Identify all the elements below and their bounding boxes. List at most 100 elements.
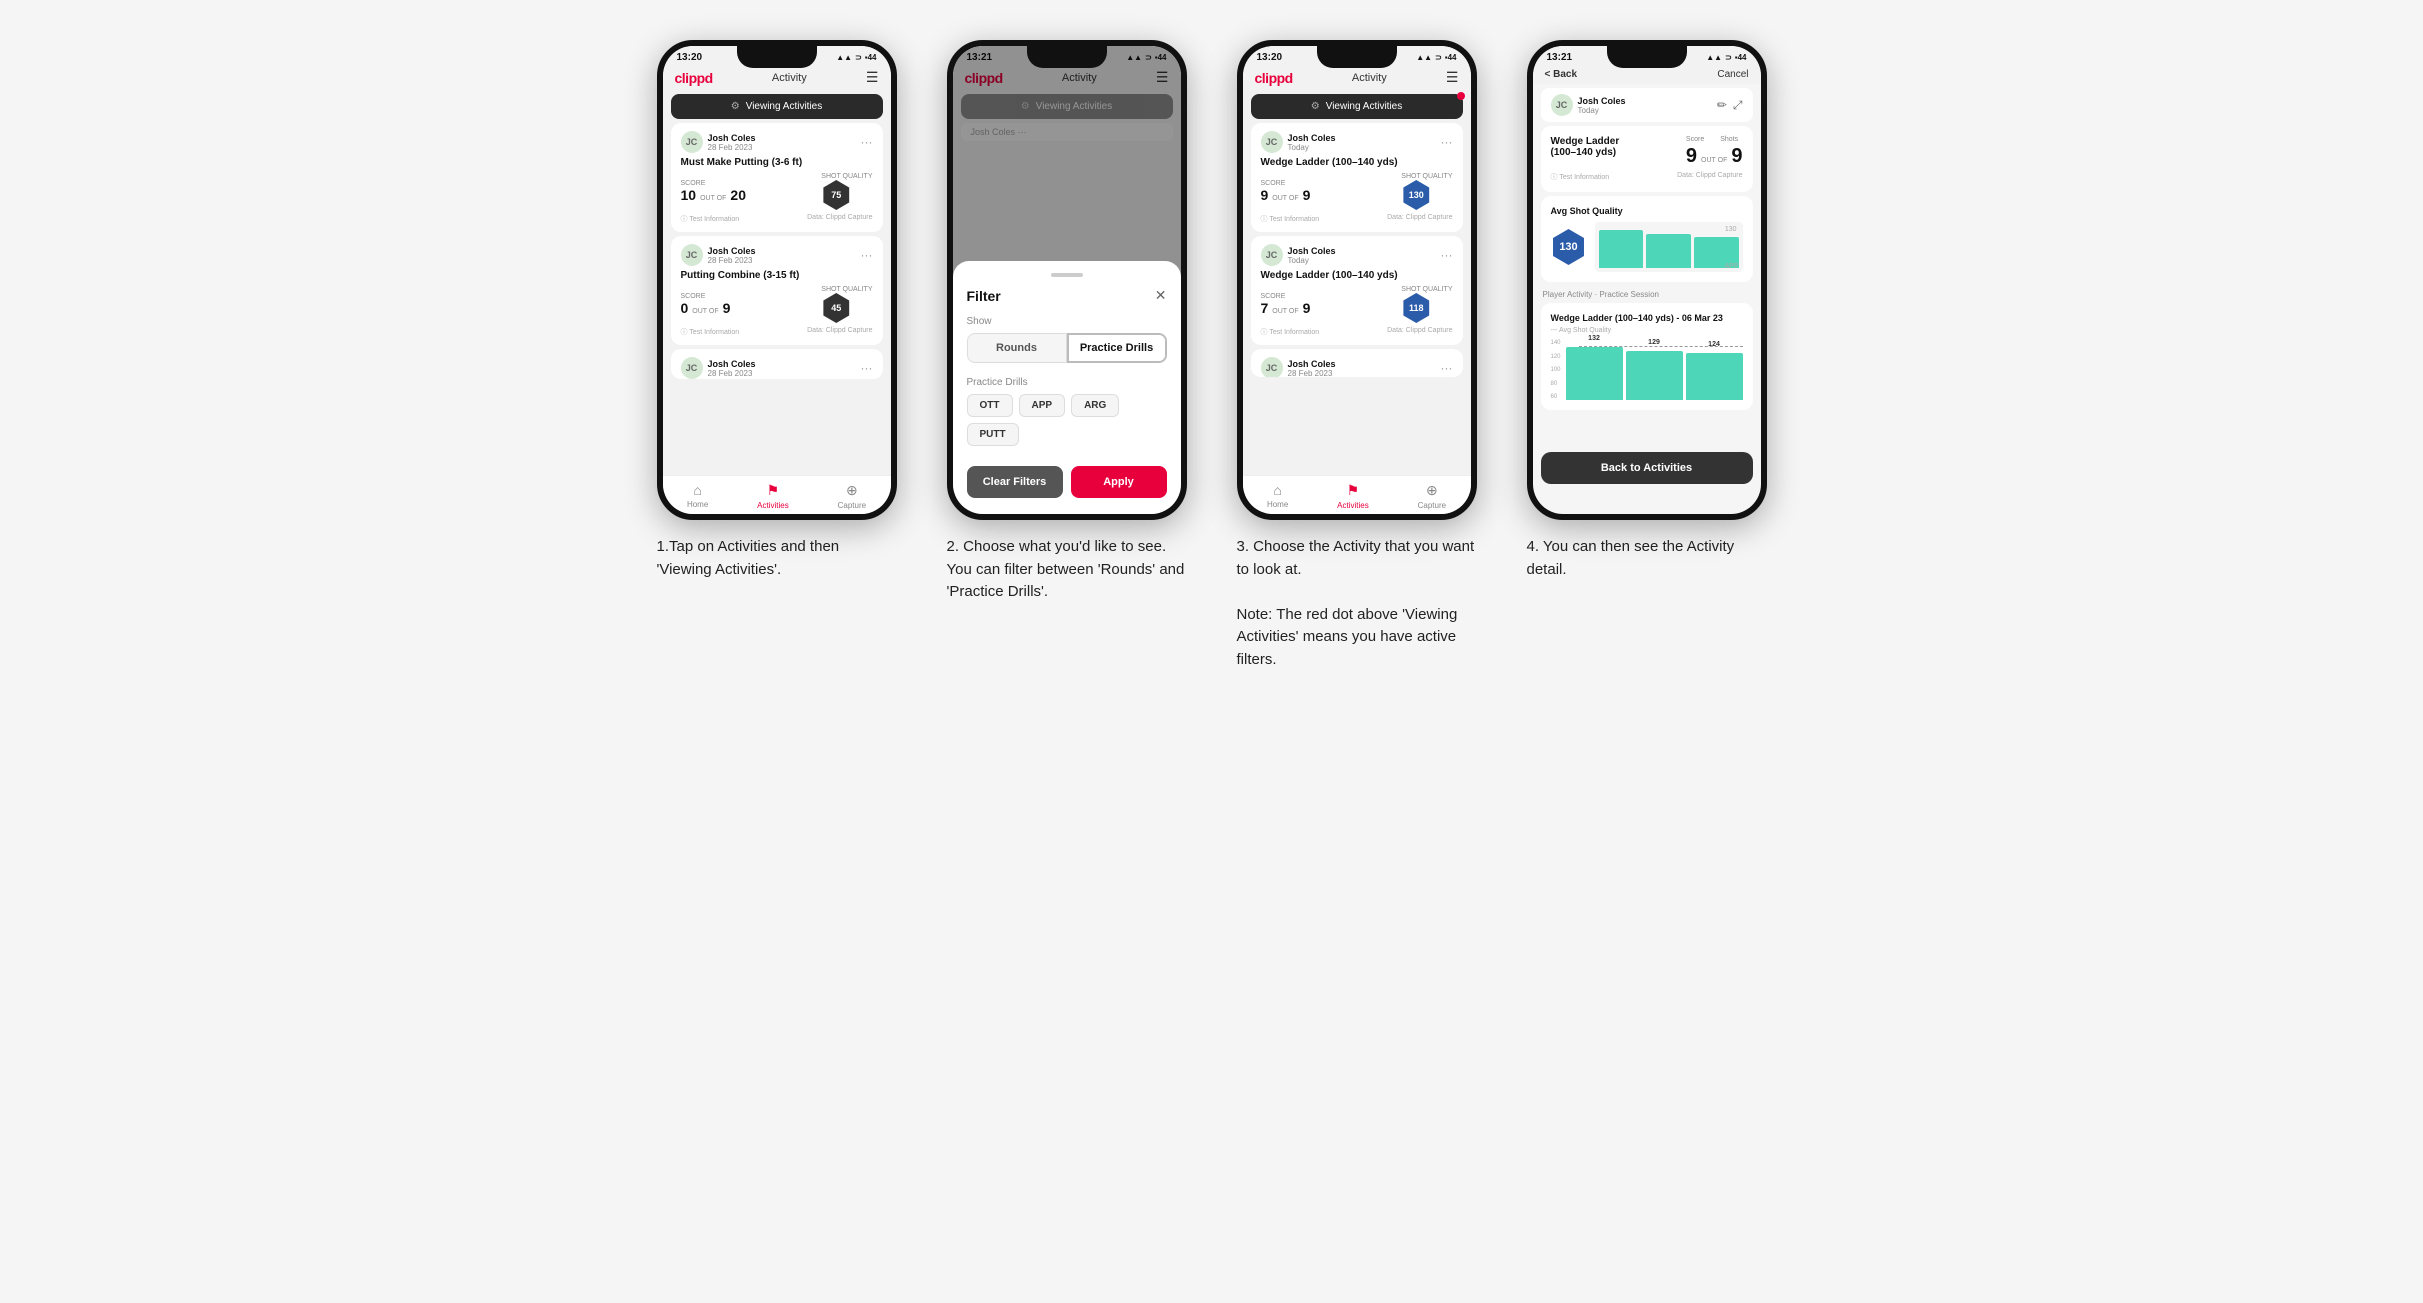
signal-icon-4: ▲▲ [1706, 53, 1722, 62]
avatar-3-1: JC [1261, 131, 1283, 153]
ellipsis-3-1[interactable]: ··· [1441, 135, 1453, 149]
mini-chart-area-4: 130 APP [1595, 222, 1743, 272]
card-user-3-1: JC Josh Coles Today [1261, 131, 1336, 153]
header-title-1: Activity [772, 72, 807, 84]
nav-capture-3[interactable]: ⊕ Capture [1418, 482, 1446, 510]
detail-card-user-4: JC Josh Coles Today [1551, 94, 1626, 116]
hamburger-icon-1[interactable]: ☰ [866, 69, 879, 86]
mini-chart-4: 130 APP [1595, 222, 1743, 272]
nav-home-label-1: Home [687, 500, 708, 509]
capture-icon-3: ⊕ [1426, 482, 1438, 499]
user-info-3-2: Josh Coles Today [1288, 246, 1336, 265]
viewing-banner-1[interactable]: ⚙ Viewing Activities [671, 94, 883, 119]
toggle-rounds[interactable]: Rounds [967, 333, 1067, 363]
signal-icon-1: ▲▲ [836, 53, 852, 62]
shot-quality-label-1-1: Shot Quality [821, 173, 872, 180]
phone-3-notch [1317, 46, 1397, 68]
score-value-1-1: 10 [681, 187, 697, 203]
ellipsis-1-3[interactable]: ··· [861, 361, 873, 375]
shots-label-4: Shots [1720, 136, 1738, 143]
phone-1-screen: 13:20 ▲▲ ⊃ ▪44 clippd Activity ☰ ⚙ Vie [663, 46, 891, 514]
nav-home-1[interactable]: ⌂ Home [687, 482, 708, 510]
avatar-3-3: JC [1261, 357, 1283, 377]
filter-icon-3: ⚙ [1311, 101, 1320, 112]
score-outof-3-2: OUT OF [1272, 308, 1298, 315]
ellipsis-3-2[interactable]: ··· [1441, 248, 1453, 262]
info-left-1-1: ⓘ Test Information [681, 214, 740, 224]
back-button-4[interactable]: < Back [1545, 69, 1578, 80]
expand-icon-4[interactable]: ⤢ [1733, 98, 1743, 113]
shot-quality-label-3-2: Shot Quality [1401, 286, 1452, 293]
toggle-practice-drills[interactable]: Practice Drills [1067, 333, 1167, 363]
cancel-button-4[interactable]: Cancel [1717, 69, 1748, 80]
phone-4: 13:21 ▲▲ ⊃ ▪44 < Back Cancel JC [1527, 40, 1767, 520]
detail-user-bar-4: JC Josh Coles Today ✏ ⤢ [1541, 88, 1753, 122]
nav-activities-3[interactable]: ⚑ Activities [1337, 482, 1369, 510]
phone-4-screen: 13:21 ▲▲ ⊃ ▪44 < Back Cancel JC [1533, 46, 1761, 514]
activity-card-3-3: JC Josh Coles 28 Feb 2023 ··· [1251, 349, 1463, 377]
drill-detail-card-4: Wedge Ladder(100–140 yds) Score Shots 9 … [1541, 126, 1753, 192]
tag-putt[interactable]: PUTT [967, 423, 1019, 446]
close-button[interactable]: ✕ [1155, 287, 1167, 304]
user-name-3-1: Josh Coles [1288, 133, 1336, 143]
detail-test-info-4: ⓘ Test Information [1551, 172, 1610, 182]
info-row-1-2: ⓘ Test Information Data: Clippd Capture [681, 327, 873, 337]
nav-activities-1[interactable]: ⚑ Activities [757, 482, 789, 510]
apply-button[interactable]: Apply [1071, 466, 1167, 498]
wifi-icon-3: ⊃ [1435, 53, 1442, 62]
nav-home-3[interactable]: ⌂ Home [1267, 482, 1288, 510]
info-left-3-1: ⓘ Test Information [1261, 214, 1320, 224]
shot-quality-container-3-1: Shot Quality 130 [1401, 173, 1452, 210]
ellipsis-3-3[interactable]: ··· [1441, 361, 1453, 375]
h-bar-4-2: 129 [1626, 351, 1683, 400]
avg-shot-quality-hex-4: 130 [1551, 229, 1587, 265]
user-name-3-3: Josh Coles [1288, 359, 1336, 369]
activity-card-3-1[interactable]: JC Josh Coles Today ··· Wedge Ladder (10… [1251, 123, 1463, 232]
avatar-1-3: JC [681, 357, 703, 379]
card-user-3-2: JC Josh Coles Today [1261, 244, 1336, 266]
logo-1: clippd [675, 70, 713, 86]
shot-quality-container-3-2: Shot Quality 118 [1401, 286, 1452, 323]
nav-activities-label-3: Activities [1337, 501, 1369, 510]
score-label-3-1: Score [1261, 180, 1311, 187]
battery-icon-3: ▪44 [1445, 53, 1457, 62]
tag-ott[interactable]: OTT [967, 394, 1013, 417]
drill-title-1-2: Putting Combine (3-15 ft) [681, 270, 873, 281]
edit-icon-4[interactable]: ✏ [1717, 98, 1727, 113]
detail-user-name-4: Josh Coles [1578, 96, 1626, 106]
ellipsis-1-1[interactable]: ··· [861, 135, 873, 149]
tag-app[interactable]: APP [1019, 394, 1066, 417]
activities-icon-3: ⚑ [1347, 482, 1360, 499]
back-to-activities-button-4[interactable]: Back to Activities [1541, 452, 1753, 484]
avg-shot-quality-row-4: 130 130 APP [1551, 222, 1743, 272]
score-label-1-1: Score [681, 180, 746, 187]
score-values-row-4: 9 OUT OF 9 [1686, 145, 1743, 168]
ellipsis-1-2[interactable]: ··· [861, 248, 873, 262]
y-axis-4: 1401201008060 [1551, 340, 1563, 400]
phone-3: 13:20 ▲▲ ⊃ ▪44 clippd Activity ☰ ⚙ Vie [1237, 40, 1477, 520]
card-header-3-2: JC Josh Coles Today ··· [1261, 244, 1453, 266]
score-outof-1-2: OUT OF [692, 308, 718, 315]
activity-card-3-2[interactable]: JC Josh Coles Today ··· Wedge Ladder (10… [1251, 236, 1463, 345]
avg-label-4: --- Avg Shot Quality [1551, 327, 1743, 334]
activity-card-1-2[interactable]: JC Josh Coles 28 Feb 2023 ··· Putting Co… [671, 236, 883, 345]
phone-2-screen: 13:21 ▲▲ ⊃ ▪44 clippd Activity ☰ ⚙ Vie [953, 46, 1181, 514]
info-right-1-1: Data: Clippd Capture [807, 214, 872, 224]
score-big-4: 9 [1686, 145, 1697, 168]
hamburger-icon-3[interactable]: ☰ [1446, 69, 1459, 86]
score-shots-labels-4: Score Shots [1686, 136, 1743, 143]
avg-line-4 [1579, 346, 1743, 347]
avatar-1-2: JC [681, 244, 703, 266]
shot-quality-label-3-1: Shot Quality [1401, 173, 1452, 180]
session-label-4: Player Activity · Practice Session [1533, 286, 1761, 303]
nav-capture-label-3: Capture [1418, 501, 1446, 510]
clear-filters-button[interactable]: Clear Filters [967, 466, 1063, 498]
info-left-3-2: ⓘ Test Information [1261, 327, 1320, 337]
user-date-3-2: Today [1288, 256, 1336, 265]
nav-capture-1[interactable]: ⊕ Capture [838, 482, 866, 510]
activity-card-1-1[interactable]: JC Josh Coles 28 Feb 2023 ··· Must Make … [671, 123, 883, 232]
viewing-banner-3[interactable]: ⚙ Viewing Activities [1251, 94, 1463, 119]
tag-arg[interactable]: ARG [1071, 394, 1119, 417]
history-title-4: Wedge Ladder (100–140 yds) - 06 Mar 23 [1551, 313, 1743, 323]
phone-4-notch [1607, 46, 1687, 68]
